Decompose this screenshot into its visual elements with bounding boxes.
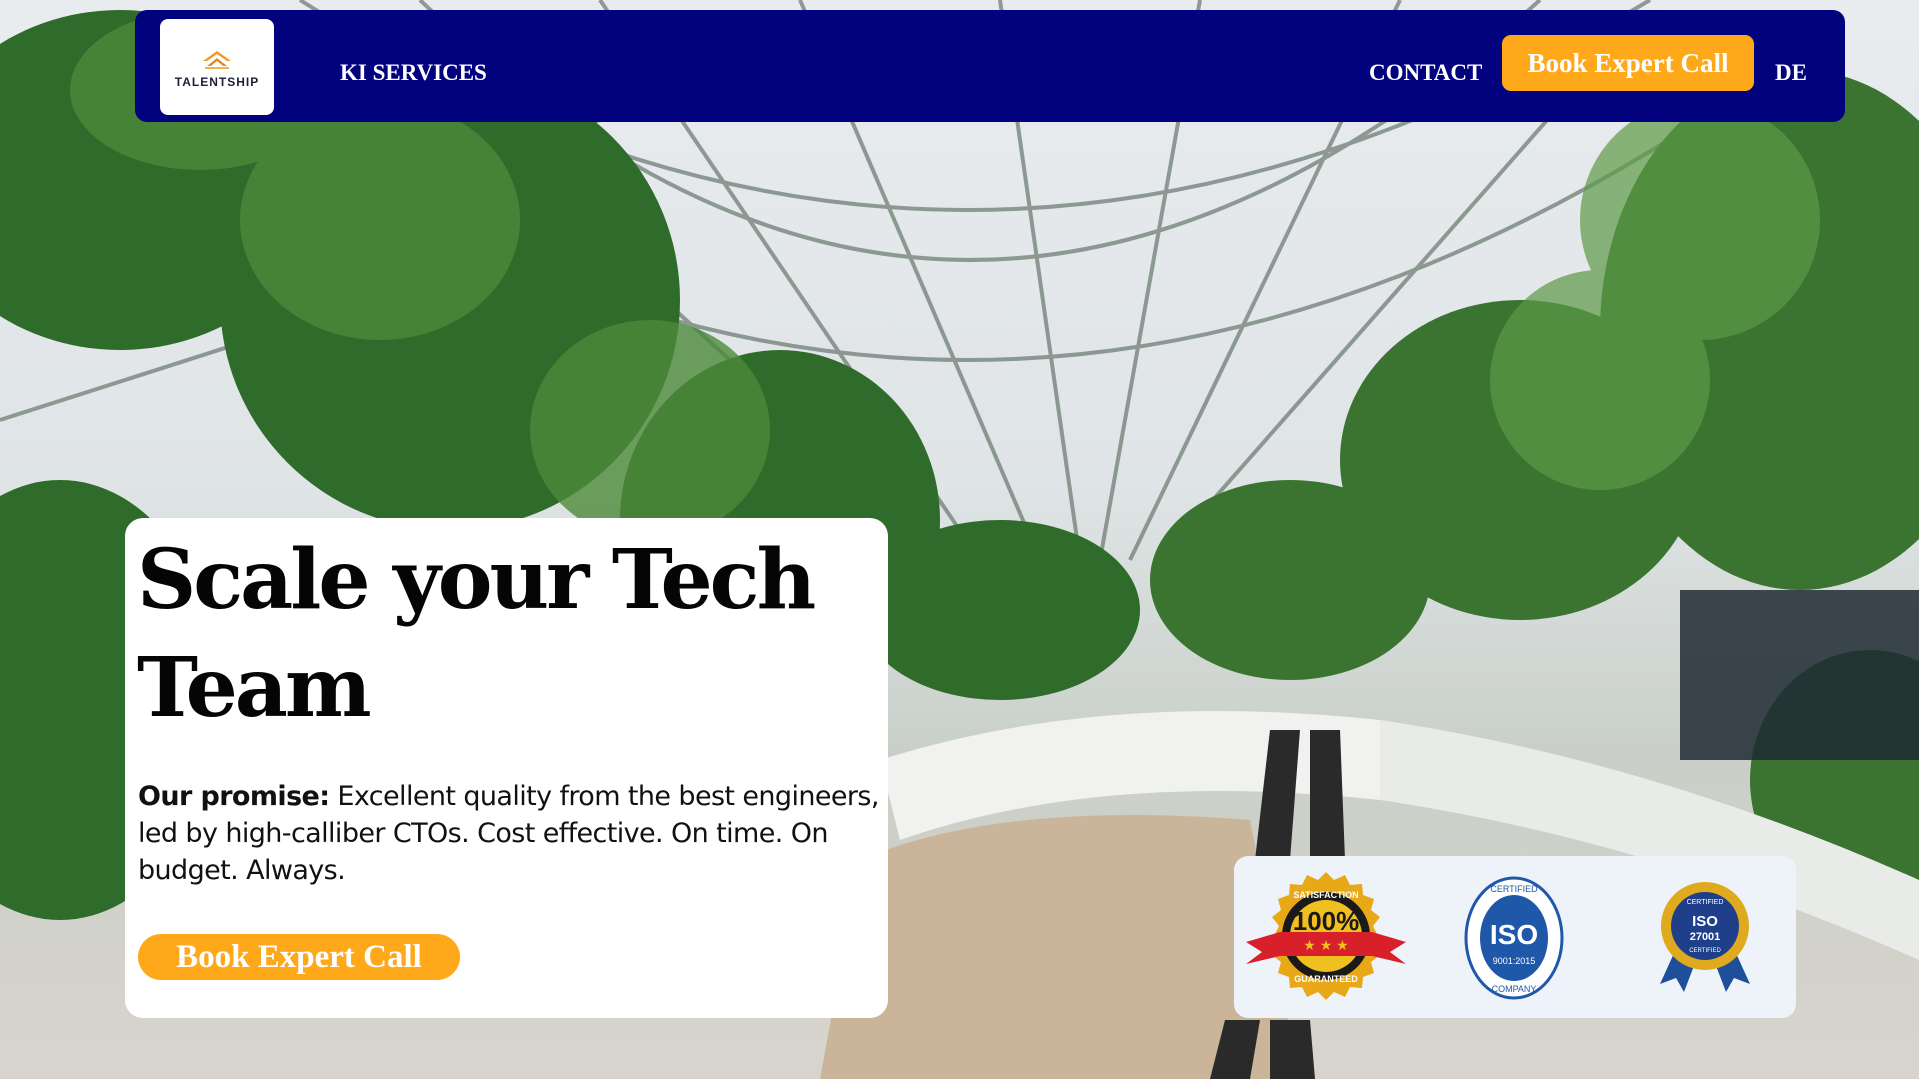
nav-link-ki-services[interactable]: KI SERVICES (340, 60, 487, 86)
language-switch-de[interactable]: DE (1775, 60, 1807, 86)
iso-27001-badge-value: ISO (1692, 913, 1718, 930)
iso-9001-badge-bottom: COMPANY (1492, 984, 1537, 994)
hero-book-expert-call-button[interactable]: Book Expert Call (138, 934, 460, 980)
nav-link-contact[interactable]: CONTACT (1369, 60, 1482, 86)
iso-27001-badge-bottom: CERTIFIED (1689, 948, 1721, 954)
iso-9001-badge-top: CERTIFIED (1490, 884, 1538, 894)
hero-promise-text: Our promise: Excellent quality from the … (138, 778, 883, 889)
svg-text:★ ★ ★: ★ ★ ★ (1303, 937, 1348, 953)
logo[interactable]: TALENTSHIP (160, 19, 274, 115)
iso-9001-badge-icon: CERTIFIED ISO 9001:2015 COMPANY (1464, 876, 1564, 1000)
logo-text: TALENTSHIP (174, 75, 260, 89)
iso-27001-badge-standard: 27001 (1690, 931, 1721, 943)
iso-27001-badge-top: CERTIFIED (1687, 899, 1724, 906)
satisfaction-badge-value: 100% (1293, 906, 1360, 936)
iso-9001-badge-standard: 9001:2015 (1493, 956, 1536, 966)
satisfaction-badge-bottom: GUARANTEED (1294, 974, 1358, 984)
satisfaction-badge-top: SATISFACTION (1293, 890, 1358, 900)
promise-label: Our promise: (138, 781, 330, 812)
hero-title: Scale your Tech Team (137, 532, 816, 736)
iso-27001-badge-icon: CERTIFIED ISO 27001 CERTIFIED (1660, 882, 1750, 992)
nav-book-expert-call-button[interactable]: Book Expert Call (1502, 35, 1754, 91)
trust-badges-panel: 100% SATISFACTION GUARANTEED ★ ★ ★ CERTI… (1234, 856, 1796, 1018)
hero-card: Scale your Tech Team Our promise: Excell… (125, 518, 888, 1018)
iso-9001-badge-value: ISO (1490, 919, 1538, 950)
top-navbar: TALENTSHIP KI SERVICES CONTACT Book Expe… (135, 10, 1845, 122)
satisfaction-badge-icon: 100% SATISFACTION GUARANTEED ★ ★ ★ (1246, 872, 1406, 1000)
logo-icon (203, 51, 231, 69)
